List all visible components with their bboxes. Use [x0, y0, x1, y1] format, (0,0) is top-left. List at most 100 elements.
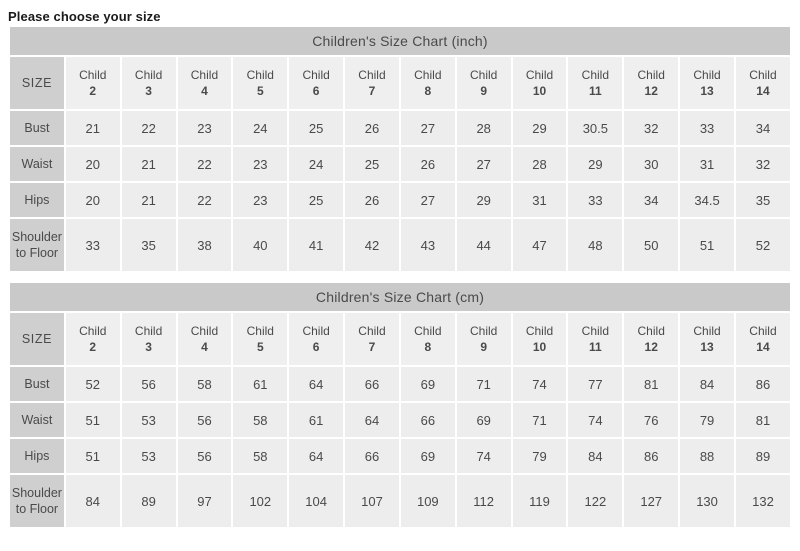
data-cell: 31: [678, 145, 736, 183]
data-cell: 28: [510, 145, 569, 183]
page-title: Please choose your size: [8, 9, 161, 24]
data-cell: 34.5: [678, 181, 736, 219]
column-header-child-7: Child 7: [343, 55, 401, 111]
column-header-child-3: Child 3: [119, 311, 178, 367]
column-header-number: 4: [201, 340, 208, 354]
table-row: Shoulder to Floor 84 89 97 102 104 107 109 112 11…: [8, 473, 793, 529]
size-table-inch: Children's Size Chart (inch) SIZE Child 2 Ch…: [8, 25, 793, 273]
data-cell: 52: [63, 365, 122, 403]
data-cell: 89: [733, 437, 793, 475]
data-cell: 119: [510, 473, 569, 529]
column-header-child-2: Child 2: [63, 311, 122, 367]
data-cell: 23: [175, 109, 234, 147]
table-title-cm: Children's Size Chart (cm): [8, 281, 792, 313]
column-header-word: Child: [134, 68, 163, 82]
size-table-inch-body: Children's Size Chart (inch) SIZE Child 2 Ch…: [8, 25, 793, 273]
column-header-number: 14: [756, 84, 770, 98]
column-header-word: Child: [693, 324, 721, 338]
data-cell: 44: [454, 217, 513, 273]
data-cell: 79: [678, 401, 736, 439]
table-title-row: Children's Size Chart (inch): [8, 25, 792, 57]
data-cell: 56: [119, 365, 178, 403]
column-header-word: Child: [190, 324, 219, 338]
data-cell: 35: [119, 217, 178, 273]
column-header-child-12: Child 12: [622, 55, 681, 111]
column-header-word: Child: [693, 68, 721, 82]
data-cell: 27: [454, 145, 513, 183]
size-corner-label: SIZE: [8, 311, 66, 367]
data-cell: 66: [343, 365, 401, 403]
data-cell: 69: [454, 401, 513, 439]
column-header-word: Child: [525, 68, 554, 82]
data-cell: 53: [119, 437, 178, 475]
data-cell: 20: [63, 181, 122, 219]
data-cell: 27: [398, 181, 457, 219]
data-cell: 23: [231, 181, 290, 219]
data-cell: 38: [175, 217, 234, 273]
data-cell: 30: [622, 145, 681, 183]
column-header-child-11: Child 11: [566, 55, 625, 111]
column-header-number: 2: [89, 84, 97, 98]
size-chart-page: Please choose your size Children's Size …: [0, 0, 800, 551]
data-cell: 81: [622, 365, 681, 403]
data-cell: 34: [733, 109, 793, 147]
data-cell: 20: [63, 145, 122, 183]
data-cell: 58: [175, 365, 234, 403]
data-cell: 74: [566, 401, 625, 439]
data-cell: 89: [119, 473, 178, 529]
data-cell: 69: [398, 437, 457, 475]
column-header-word: Child: [79, 324, 107, 338]
data-cell: 29: [566, 145, 625, 183]
data-cell: 41: [287, 217, 346, 273]
column-header-row: SIZE Child 2 Child 3 Child 4 Child 5 Child 6 Child 7…: [8, 55, 793, 111]
data-cell: 86: [622, 437, 681, 475]
column-header-word: Child: [358, 324, 386, 338]
data-cell: 22: [175, 145, 234, 183]
column-header-number: 6: [312, 84, 320, 98]
data-cell: 35: [733, 181, 793, 219]
table-title-inch: Children's Size Chart (inch): [8, 25, 792, 57]
data-cell: 84: [63, 473, 122, 529]
column-header-word: Child: [637, 68, 665, 82]
column-header-child-7: Child 7: [343, 311, 401, 367]
data-cell: 28: [454, 109, 513, 147]
data-cell: 43: [398, 217, 457, 273]
data-cell: 107: [343, 473, 401, 529]
table-row: Shoulder to Floor 33 35 38 40 41 42 43 44 47 48 50 5…: [8, 217, 793, 273]
data-cell: 97: [175, 473, 234, 529]
column-header-word: Child: [302, 68, 330, 82]
data-cell: 61: [231, 365, 290, 403]
column-header-child-12: Child 12: [622, 311, 681, 367]
column-header-number: 11: [589, 84, 602, 98]
column-header-number: 5: [256, 340, 264, 354]
column-header-child-2: Child 2: [63, 55, 122, 111]
column-header-number: 9: [480, 84, 488, 98]
row-label-shoulder-to-floor: Shoulder to Floor: [8, 217, 66, 273]
data-cell: 21: [119, 145, 178, 183]
data-cell: 71: [454, 365, 513, 403]
column-header-child-9: Child 9: [454, 55, 513, 111]
column-header-child-4: Child 4: [175, 55, 234, 111]
data-cell: 21: [119, 181, 178, 219]
data-cell: 27: [398, 109, 457, 147]
data-cell: 102: [231, 473, 290, 529]
column-header-number: 9: [480, 340, 488, 354]
size-table-cm: Children's Size Chart (cm) SIZE Child 2 Chil…: [8, 281, 793, 529]
column-header-child-11: Child 11: [566, 311, 625, 367]
column-header-number: 6: [312, 340, 320, 354]
column-header-child-5: Child 5: [231, 311, 290, 367]
data-cell: 84: [678, 365, 736, 403]
column-header-word: Child: [581, 68, 610, 82]
row-label-shoulder-to-floor: Shoulder to Floor: [8, 473, 66, 529]
column-header-word: Child: [749, 324, 777, 338]
data-cell: 26: [343, 109, 401, 147]
data-cell: 58: [231, 437, 290, 475]
data-cell: 33: [566, 181, 625, 219]
data-cell: 64: [287, 365, 346, 403]
size-corner-label: SIZE: [8, 55, 66, 111]
data-cell: 51: [63, 401, 122, 439]
column-header-number: 12: [644, 84, 658, 98]
column-header-number: 3: [145, 340, 152, 354]
column-header-word: Child: [134, 324, 163, 338]
data-cell: 29: [454, 181, 513, 219]
